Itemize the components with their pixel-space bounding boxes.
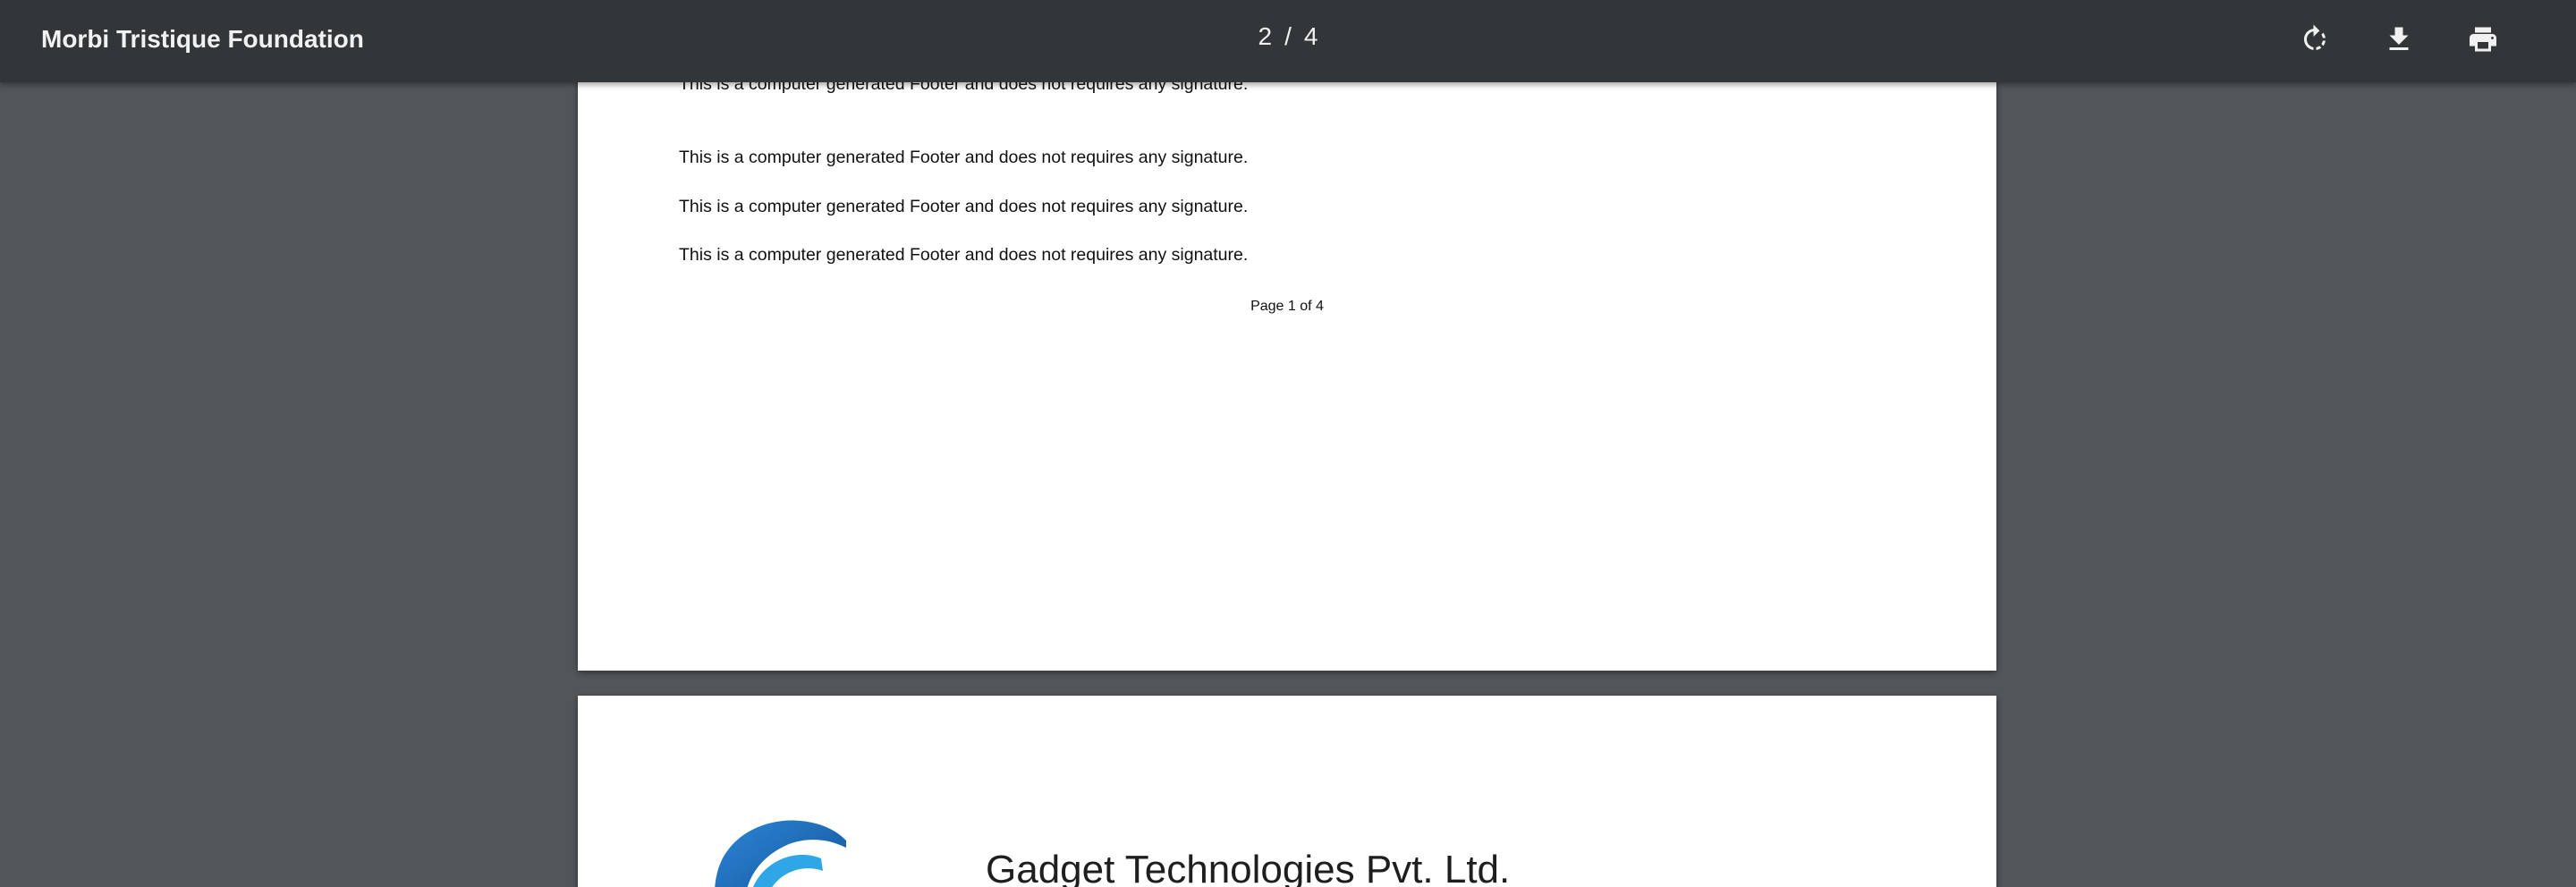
total-pages-number: 4 bbox=[1303, 22, 1318, 50]
company-name: Gadget Technologies Pvt. Ltd. bbox=[986, 848, 1511, 887]
page-number-label: Page 1 of 4 bbox=[1250, 299, 1324, 314]
pdf-viewer: This is a computer generated Footer and … bbox=[0, 0, 2576, 887]
document-page: Gadget Technologies Pvt. Ltd. bbox=[578, 696, 1996, 887]
footer-text: This is a computer generated Footer and … bbox=[679, 197, 1249, 216]
download-button[interactable] bbox=[2377, 18, 2420, 61]
footer-text: This is a computer generated Footer and … bbox=[679, 148, 1249, 167]
document-page: This is a computer generated Footer and … bbox=[578, 0, 1996, 671]
rotate-button[interactable] bbox=[2293, 18, 2336, 61]
rotate-icon bbox=[2304, 24, 2326, 50]
print-button[interactable] bbox=[2462, 18, 2504, 61]
page-indicator: 2 / 4 bbox=[1252, 0, 1324, 73]
print-icon bbox=[2470, 27, 2496, 52]
document-title: Morbi Tristique Foundation bbox=[41, 25, 364, 53]
download-icon bbox=[2389, 27, 2409, 50]
pdf-toolbar: Morbi Tristique Foundation 2 / 4 bbox=[0, 0, 2576, 82]
current-page-number[interactable]: 2 bbox=[1258, 22, 1273, 51]
page-separator: / bbox=[1284, 22, 1292, 50]
footer-text: This is a computer generated Footer and … bbox=[679, 245, 1249, 265]
company-logo bbox=[712, 815, 846, 887]
